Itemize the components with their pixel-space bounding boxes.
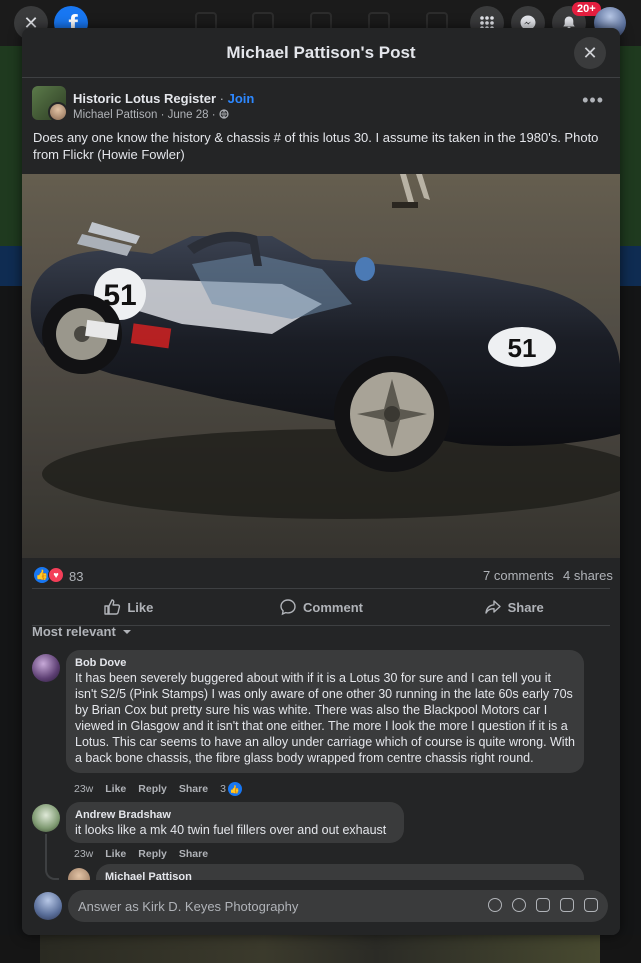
post-date[interactable]: June 28 <box>168 109 209 121</box>
comment-text: It has been severely buggered about with… <box>75 671 576 765</box>
post-header: Historic Lotus Register · Join Michael P… <box>22 78 620 126</box>
comment-share-link[interactable]: Share <box>179 783 208 795</box>
comment-reply-link[interactable]: Reply <box>138 783 167 795</box>
comment-bubble: Andrew Bradshaw it looks like a mk 40 tw… <box>66 802 404 843</box>
comment-like-link[interactable]: Like <box>105 848 126 860</box>
like-button[interactable]: Like <box>32 589 225 625</box>
car-photo-illustration: 51 51 <box>22 174 620 558</box>
separator: · <box>219 91 224 106</box>
post-modal: Michael Pattison's Post ✕ Historic Lotus… <box>22 28 620 935</box>
like-reaction-icon: 👍 <box>227 782 242 796</box>
separator: · <box>160 109 165 121</box>
comment-actions: 23w Like Reply Share <box>74 848 208 860</box>
sticker-icon[interactable] <box>584 898 598 912</box>
comment-likes-count: 3 <box>220 783 226 795</box>
emoji-icon[interactable] <box>512 898 526 912</box>
modal-header: Michael Pattison's Post ✕ <box>22 28 620 78</box>
thumbs-up-icon <box>104 599 121 615</box>
close-icon: ✕ <box>582 42 598 63</box>
comments-count[interactable]: 7 comments <box>483 568 554 583</box>
comment-actions: 23w Like Reply Share 3 👍 <box>74 782 242 796</box>
reactions-count[interactable]: 83 <box>69 569 83 584</box>
globe-icon <box>219 109 229 119</box>
share-label: Share <box>507 599 544 615</box>
commenter-avatar[interactable] <box>32 804 60 832</box>
sort-label: Most relevant <box>32 624 116 639</box>
comment-author[interactable]: Bob Dove <box>75 656 575 670</box>
comment-bubble: Bob Dove It has been severely buggered a… <box>66 650 584 773</box>
avatar-sticker-icon[interactable] <box>488 898 502 912</box>
share-arrow-icon <box>484 600 501 614</box>
comment-time[interactable]: 23w <box>74 848 93 860</box>
composer-tools <box>488 898 598 912</box>
post-author[interactable]: Michael Pattison <box>73 109 157 121</box>
post-photo[interactable]: 51 51 <box>22 174 620 558</box>
like-label: Like <box>127 599 154 615</box>
car-number-front: 51 <box>508 333 537 363</box>
comment-author[interactable]: Andrew Bradshaw <box>75 808 395 822</box>
comment-sort-dropdown[interactable]: Most relevant <box>32 624 132 639</box>
join-group-link[interactable]: Join <box>228 91 255 106</box>
comment-button[interactable]: Comment <box>225 589 418 625</box>
comment-label: Comment <box>303 599 363 615</box>
comment-text: it looks like a mk 40 twin fuel fillers … <box>75 823 387 837</box>
comment-time[interactable]: 23w <box>74 783 93 795</box>
caret-down-icon <box>123 630 132 634</box>
comment-icon <box>280 599 296 616</box>
modal-close-button[interactable]: ✕ <box>574 37 606 69</box>
author-avatar[interactable] <box>48 102 68 122</box>
group-name[interactable]: Historic Lotus Register <box>73 91 216 106</box>
modal-title: Michael Pattison's Post <box>226 42 416 62</box>
group-name-line: Historic Lotus Register · Join <box>73 91 254 106</box>
composer-avatar[interactable] <box>34 892 62 920</box>
comment-share-link[interactable]: Share <box>179 848 208 860</box>
post-actions: Like Comment Share <box>32 588 610 626</box>
separator: · <box>211 109 216 121</box>
post-stats: 👍 ♥ 83 7 comments 4 shares <box>22 566 620 586</box>
reply-thread-line <box>45 834 59 880</box>
backdrop-image <box>40 935 600 963</box>
comment-reactions[interactable]: 3 👍 <box>220 782 242 796</box>
commenter-avatar[interactable] <box>32 654 60 682</box>
comment-reply-link[interactable]: Reply <box>138 848 167 860</box>
more-options-icon[interactable]: ••• <box>582 90 604 111</box>
share-button[interactable]: Share <box>417 589 610 625</box>
gif-icon[interactable] <box>560 898 574 912</box>
post-meta: Michael Pattison · June 28 · <box>73 109 229 121</box>
backdrop-bottom <box>0 935 641 963</box>
comment-like-link[interactable]: Like <box>105 783 126 795</box>
love-reaction-icon: ♥ <box>48 567 64 583</box>
camera-icon[interactable] <box>536 898 550 912</box>
shares-count[interactable]: 4 shares <box>563 568 613 583</box>
reply-composer <box>22 880 620 935</box>
